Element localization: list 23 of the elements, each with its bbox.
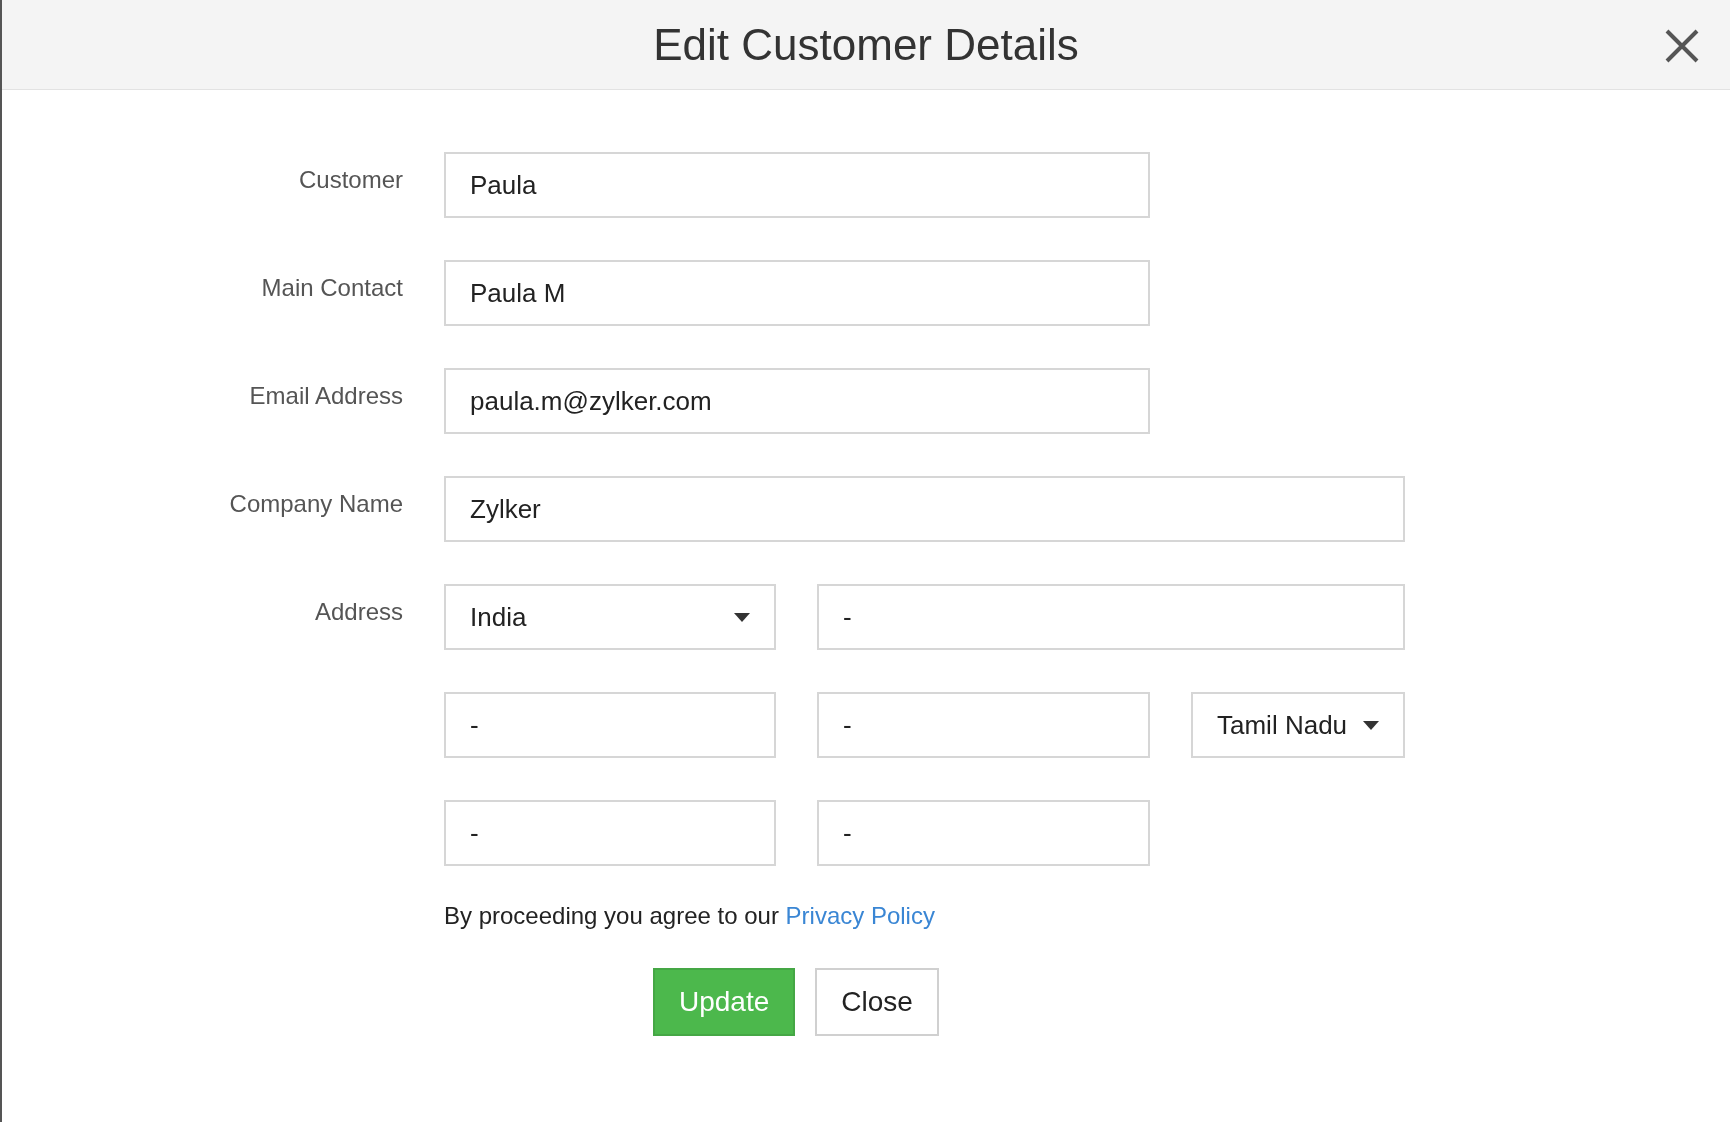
caret-icon [1363, 720, 1379, 730]
field-label: Company Name [229, 489, 403, 519]
text-field[interactable]: Paula M [444, 260, 1150, 326]
dropdown[interactable]: Tamil Nadu [1191, 692, 1405, 758]
consent-text: By proceeding you agree to our Privacy Policy [444, 902, 936, 930]
text-field[interactable]: - [817, 692, 1150, 758]
close-icon[interactable] [1664, 28, 1700, 64]
text-field[interactable]: - [444, 692, 776, 758]
text-field[interactable]: paula.m@zylker.com [444, 368, 1150, 434]
privacy-policy-link[interactable]: Privacy Policy [785, 902, 935, 929]
text-field[interactable]: Zylker [444, 476, 1405, 542]
text-field[interactable]: - [817, 584, 1405, 650]
field-label: Address [314, 597, 403, 627]
field-label: Email Address [249, 381, 403, 411]
text-field[interactable]: - [817, 800, 1150, 866]
field-label: Customer [298, 165, 403, 195]
text-field[interactable]: Paula [444, 152, 1150, 218]
dropdown[interactable]: India [444, 584, 776, 650]
close-button[interactable]: Close [815, 968, 939, 1036]
dialog-title: Edit Customer Details [653, 19, 1079, 70]
caret-icon [734, 612, 750, 622]
field-label: Main Contact [261, 273, 403, 303]
text-field[interactable]: - [444, 800, 776, 866]
